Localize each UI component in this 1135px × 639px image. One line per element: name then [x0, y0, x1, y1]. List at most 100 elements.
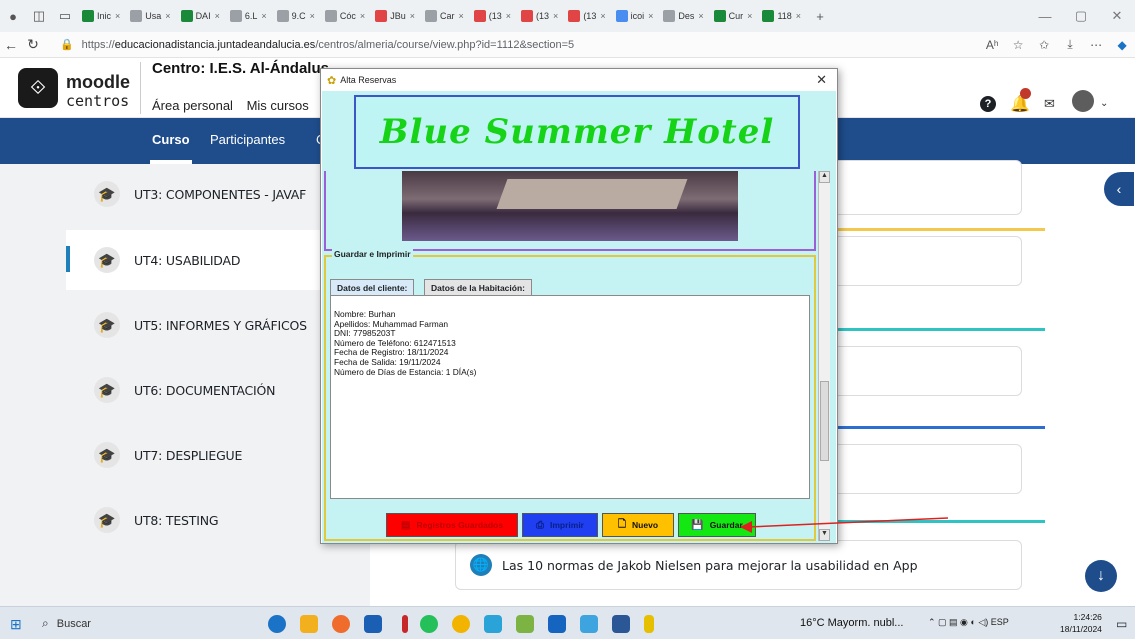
app-icon[interactable] — [402, 615, 408, 633]
tab-close-icon[interactable]: × — [698, 11, 703, 21]
restore-icon[interactable]: ▢ — [1063, 0, 1099, 32]
edge-icon[interactable] — [268, 615, 286, 633]
tab-close-icon[interactable]: × — [600, 11, 605, 21]
tab-curso[interactable]: Curso — [152, 132, 190, 147]
favorite-star-icon[interactable]: ☆ — [1005, 38, 1031, 52]
drawer-toggle-button[interactable]: ‹ — [1104, 172, 1134, 206]
tab-close-icon[interactable]: × — [115, 11, 120, 21]
file-explorer-icon[interactable] — [300, 615, 318, 633]
workspaces-icon[interactable]: ◫ — [26, 0, 52, 32]
taskbar-clock[interactable]: 1:24:26 18/11/2024 — [1060, 611, 1102, 635]
close-icon[interactable]: ✕ — [816, 72, 827, 88]
browser-tab[interactable]: icoi × — [612, 5, 658, 27]
new-tab-button[interactable]: + — [807, 0, 833, 32]
nuevo-button[interactable]: 🗋 Nuevo — [602, 513, 674, 537]
tab-close-icon[interactable]: × — [648, 11, 653, 21]
more-options-icon[interactable]: ⋯ — [1083, 38, 1109, 52]
browser-tab[interactable]: Inic × — [78, 5, 124, 27]
taskbar-search[interactable]: ⌕ Buscar — [36, 611, 250, 636]
tab-close-icon[interactable]: × — [360, 11, 365, 21]
browser-tab[interactable]: (13 × — [517, 5, 562, 27]
tab-close-icon[interactable]: × — [215, 11, 220, 21]
dialog-scrollbar[interactable]: ▲ ▼ — [818, 171, 830, 541]
photos-icon[interactable] — [580, 615, 598, 633]
app-icon[interactable] — [484, 615, 502, 633]
minimize-icon[interactable]: — — [1027, 0, 1063, 32]
copilot-icon[interactable]: ◆ — [1109, 38, 1135, 52]
tab-participantes[interactable]: Participantes — [210, 132, 285, 147]
browser-tab[interactable]: 118 × — [758, 5, 805, 27]
registros-guardados-button[interactable]: ▤ Registros Guardados — [386, 513, 518, 537]
lock-icon[interactable]: 🔒 — [60, 38, 74, 51]
scroll-down-button[interactable]: ↓ — [1085, 560, 1117, 592]
word-icon[interactable] — [612, 615, 630, 633]
browser-tab[interactable]: (13 × — [470, 5, 515, 27]
weather-widget[interactable]: 16°C Mayorm. nubl... — [800, 617, 903, 629]
tab-close-icon[interactable]: × — [747, 11, 752, 21]
tab-actions-icon[interactable]: ▭ — [52, 0, 78, 32]
tab-close-icon[interactable]: × — [310, 11, 315, 21]
profile-icon[interactable]: ● — [0, 0, 26, 32]
system-tray[interactable]: ⌃ ▢ ▤ ◉ ◐ ◁) ESP — [928, 617, 1009, 628]
nav-mis-cursos[interactable]: Mis cursos — [247, 98, 309, 113]
back-icon[interactable]: ← — [0, 37, 22, 53]
visual-studio-code-icon[interactable] — [548, 615, 566, 633]
browser-tab[interactable]: Cur × — [710, 5, 757, 27]
scroll-down-icon[interactable]: ▼ — [819, 529, 830, 541]
windows-start-icon[interactable]: ⊞ — [10, 616, 22, 633]
imprimir-button[interactable]: ⎙ Imprimir — [522, 513, 598, 537]
client-data-area[interactable]: Nombre: Burhan Apellidos: Muhammad Farma… — [330, 295, 810, 499]
tab-close-icon[interactable]: × — [796, 11, 801, 21]
whatsapp-icon[interactable] — [420, 615, 438, 633]
scroll-thumb[interactable] — [820, 381, 829, 461]
address-bar[interactable]: 🔒 https://educacionadistancia.juntadeand… — [60, 35, 979, 55]
browser-tab[interactable]: 9.C × — [273, 5, 319, 27]
reload-icon[interactable]: ↻ — [22, 36, 44, 53]
favorites-list-icon[interactable]: ✩ — [1031, 38, 1057, 52]
messages-icon[interactable]: ✉ — [1044, 96, 1055, 112]
browser-tab[interactable]: JBu × — [371, 5, 419, 27]
language-indicator[interactable]: ESP — [991, 617, 1009, 627]
tab-datos-habitacion[interactable]: Datos de la Habitación: — [424, 279, 532, 295]
chevron-down-icon[interactable]: ⌄ — [1100, 98, 1108, 109]
help-icon[interactable]: ? — [980, 96, 996, 112]
app-icon[interactable] — [516, 615, 534, 633]
browser-tab[interactable]: (13 × — [564, 5, 609, 27]
link-text[interactable]: Las 10 normas de Jakob Nielsen para mejo… — [502, 558, 918, 573]
nav-area-personal[interactable]: Área personal — [152, 98, 233, 113]
tab-close-icon[interactable]: × — [458, 11, 463, 21]
moodle-logo-icon[interactable]: ⟐ — [18, 68, 58, 108]
tab-close-icon[interactable]: × — [553, 11, 558, 21]
chrome-icon[interactable] — [452, 615, 470, 633]
url-host: educacionadistancia.juntadeandalucia.es — [114, 38, 316, 51]
scroll-up-icon[interactable]: ▲ — [819, 171, 830, 183]
tab-favicon-icon — [180, 10, 193, 22]
tab-close-icon[interactable]: × — [506, 11, 511, 21]
browser-tab[interactable]: DAI × — [177, 5, 224, 27]
close-window-icon[interactable]: ✕ — [1099, 0, 1135, 32]
tab-datos-cliente[interactable]: Datos del cliente: — [330, 279, 415, 295]
tab-close-icon[interactable]: × — [410, 11, 415, 21]
tab-favicon-icon — [229, 10, 242, 22]
section-label: UT4: USABILIDAD — [134, 252, 241, 268]
notification-center-icon[interactable]: ▭ — [1116, 617, 1127, 631]
globe-icon: 🌐 — [470, 554, 492, 576]
link-card[interactable]: 🌐 Las 10 normas de Jakob Nielsen para me… — [455, 540, 1022, 590]
java-icon[interactable] — [644, 615, 654, 633]
tab-label: Des — [678, 11, 695, 21]
browser-tab[interactable]: Des × — [659, 5, 707, 27]
avatar[interactable] — [1072, 90, 1094, 112]
browser-tab[interactable]: 6.L × — [226, 5, 271, 27]
download-icon[interactable]: ⤓ — [1057, 37, 1083, 52]
alta-reservas-dialog: ✿ Alta Reservas ✕ Blue Summer Hotel ▲ ▼ … — [320, 68, 838, 544]
guardar-button[interactable]: 💾 Guardar — [678, 513, 756, 537]
browser-tab[interactable]: Car × — [421, 5, 468, 27]
browser-tab[interactable]: Cóc × — [321, 5, 369, 27]
centro-title: Centro: I.E.S. Al-Ándalus — [152, 60, 329, 77]
read-aloud-icon[interactable]: Aʰ — [979, 38, 1005, 52]
tab-close-icon[interactable]: × — [261, 11, 266, 21]
tab-close-icon[interactable]: × — [165, 11, 170, 21]
firefox-icon[interactable] — [332, 615, 350, 633]
store-icon[interactable] — [364, 615, 382, 633]
browser-tab[interactable]: Usa × — [126, 5, 174, 27]
